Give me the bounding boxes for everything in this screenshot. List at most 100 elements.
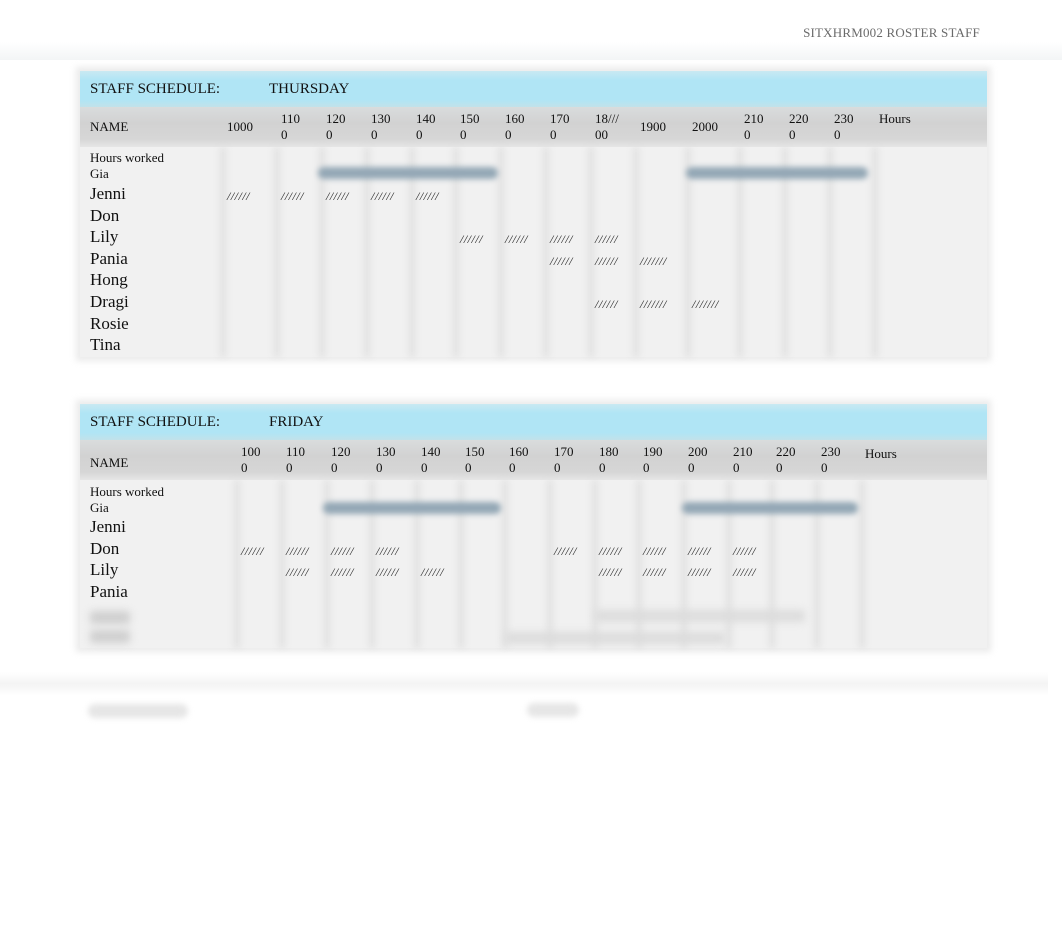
staff-name: Jenni xyxy=(90,517,126,536)
time-column-header: 18///00 xyxy=(595,111,619,142)
shift-mark: ////// xyxy=(331,565,355,580)
footer-page-number-redacted xyxy=(527,703,579,717)
time-column-header: 230 0 xyxy=(821,444,841,475)
schedule-title-bar: STAFF SCHEDULE: FRIDAY xyxy=(80,404,987,440)
shift-mark: ////// xyxy=(550,253,574,268)
schedule-friday: STAFF SCHEDULE: FRIDAY NAME 100 0 110 0 120 0… xyxy=(80,404,987,648)
shift-mark: ////// xyxy=(331,543,355,558)
page-bottom-band xyxy=(0,672,1048,696)
staff-name: Tina xyxy=(90,335,121,355)
time-column-header: 120 0 xyxy=(326,111,346,142)
time-column-header: 220 0 xyxy=(789,111,809,142)
shift-mark: ////// xyxy=(460,232,484,247)
shift-mark: ////// xyxy=(599,565,623,580)
shift-mark: ////// xyxy=(326,189,350,203)
time-column-header: 230 0 xyxy=(834,111,854,142)
staff-row: Tina xyxy=(80,335,987,356)
time-column-header: 2000 xyxy=(688,444,708,475)
shift-mark: ////// xyxy=(281,189,305,203)
staff-name: Dragi xyxy=(90,292,129,311)
staff-name: Pania xyxy=(90,248,128,268)
time-column-header: 130 0 xyxy=(371,111,391,142)
hours-worked-label: Hours worked xyxy=(90,150,165,165)
shift-mark: /////// xyxy=(640,253,667,268)
staff-name: Hong xyxy=(90,270,128,290)
time-column-header: 1000 xyxy=(227,119,253,134)
time-column-header: 170 0 xyxy=(550,111,570,142)
staff-name: Gia xyxy=(90,166,109,181)
schedule-title-label: STAFF SCHEDULE: xyxy=(90,414,221,430)
time-column-header: 160 0 xyxy=(509,444,529,475)
shift-mark: ////// xyxy=(416,189,440,203)
schedule-day: FRIDAY xyxy=(269,414,324,430)
shift-mark: ////// xyxy=(554,543,578,558)
shift-mark: ////// xyxy=(688,565,712,580)
staff-row: Don xyxy=(80,206,987,227)
hours-column-header: Hours xyxy=(865,446,897,461)
time-column-header: 1000 xyxy=(241,444,261,475)
staff-row: Jenni ////// ////// ////// ////// ////// xyxy=(80,184,987,205)
time-column-header: 180 0 xyxy=(599,444,619,475)
staff-row: Don ////// ////// ////// ////// ////// ////// /… xyxy=(80,539,987,560)
shift-mark: ////// xyxy=(688,543,712,558)
time-column-header: 140 0 xyxy=(421,444,441,475)
time-column-header: 130 0 xyxy=(376,444,396,475)
time-column-header: 140 0 xyxy=(416,111,436,142)
time-column-header: 2000 xyxy=(692,119,718,134)
shift-mark: ////// xyxy=(286,543,310,558)
shift-mark: ////// xyxy=(241,543,265,558)
schedule-thursday: STAFF SCHEDULE: THURSDAY NAME 1000 110 0 12… xyxy=(80,71,987,357)
staff-name: Jenni xyxy=(90,184,126,203)
staff-name: Don xyxy=(90,538,120,558)
name-column-header: NAME xyxy=(90,119,129,134)
shift-mark: ////// xyxy=(733,543,757,558)
shift-mark: ////// xyxy=(376,565,400,580)
footer-logo-redacted xyxy=(88,704,188,718)
staff-name: Pania xyxy=(90,581,128,601)
staff-row: Lily ////// ////// ////// ////// ////// //////… xyxy=(80,560,987,581)
redacted-cell xyxy=(595,610,805,622)
redacted-name xyxy=(90,630,130,643)
shift-mark: ////// xyxy=(421,565,445,580)
staff-row: Rosie xyxy=(80,314,987,335)
document-header: SITXHRM002 ROSTER STAFF xyxy=(803,25,980,40)
time-column-header: 210 0 xyxy=(744,111,764,142)
schedule-title-bar: STAFF SCHEDULE: THURSDAY xyxy=(80,71,987,107)
time-column-header: 1900 xyxy=(640,119,666,134)
shift-mark: ////// xyxy=(550,232,574,247)
staff-name: Lily xyxy=(90,227,119,247)
time-column-header: 120 0 xyxy=(331,444,351,475)
name-column-header: NAME xyxy=(90,455,129,470)
time-column-header: 220 0 xyxy=(776,444,796,475)
time-column-header: 1900 xyxy=(643,444,663,475)
shift-mark: ////// xyxy=(595,253,619,268)
shift-mark: ////// xyxy=(371,189,395,203)
column-header-row: NAME 100 0 110 0 120 0 130 0 140 0 150 0 160 0 170 0 180… xyxy=(80,440,987,480)
shift-mark: ////// xyxy=(227,189,251,203)
time-column-header: 150 0 xyxy=(460,111,480,142)
staff-name: Gia xyxy=(90,500,109,515)
staff-name: Rosie xyxy=(90,313,129,333)
staff-name: Lily xyxy=(90,560,119,580)
column-header-row: NAME 1000 110 0 120 0 130 0 140 0 150 0 160 0 170 0 18/… xyxy=(80,107,987,147)
shift-mark: ////// xyxy=(376,543,400,558)
shift-mark: ////// xyxy=(643,543,667,558)
time-column-header: 110 0 xyxy=(281,111,301,142)
staff-row: Hong xyxy=(80,270,987,291)
shift-mark: ////// xyxy=(595,232,619,247)
schedule-title-label: STAFF SCHEDULE: xyxy=(90,81,221,97)
staff-row: Pania xyxy=(80,582,987,603)
shift-mark: ////// xyxy=(505,232,529,247)
hours-column-header: Hours xyxy=(879,111,911,126)
staff-name: Don xyxy=(90,205,120,225)
shift-mark: /////// xyxy=(692,297,719,311)
redacted-cell xyxy=(505,632,725,644)
staff-row: Lily ////// ////// ////// ////// xyxy=(80,227,987,248)
redacted-name xyxy=(90,611,130,624)
staff-row: Pania/////////////////// xyxy=(80,249,987,270)
time-column-header: 170 0 xyxy=(554,444,574,475)
time-column-header: 210 0 xyxy=(733,444,753,475)
shift-mark: /////// xyxy=(640,297,667,311)
hours-worked-label: Hours worked xyxy=(90,484,165,499)
shift-mark: ////// xyxy=(733,565,757,580)
